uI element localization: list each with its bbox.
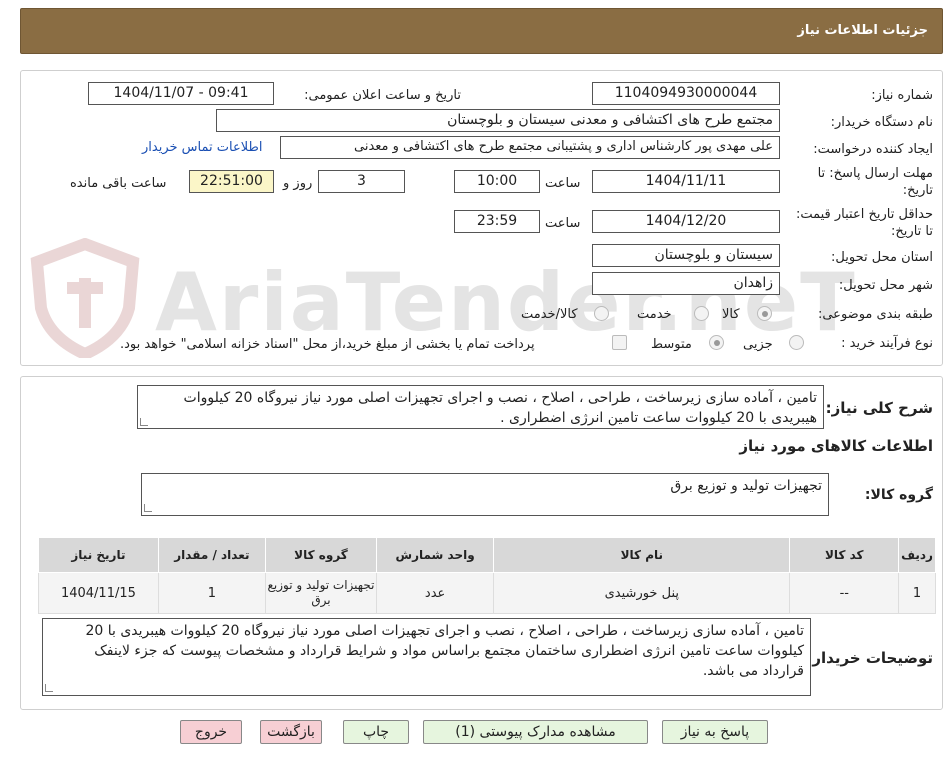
announce-datetime-field[interactable]: 1404/11/07 - 09:41 [88,82,274,105]
goods-group-text: تجهیزات تولید و توزیع برق [670,478,822,494]
price-validity-label-text: حداقل تاریخ اعتبار قیمت: تا تاریخ: [795,207,933,239]
buyer-notes-field[interactable]: تامین ، آماده سازی زیرساخت ، طراحی ، اصل… [42,618,811,696]
need-number-label: شماره نیاز: [871,88,933,103]
col-date: تاریخ نیاز [38,537,159,573]
reply-button[interactable]: پاسخ به نیاز [662,720,768,744]
summary-field[interactable]: تامین ، آماده سازی زیرساخت ، طراحی ، اصل… [137,385,824,429]
delivery-city-label: شهر محل تحویل: [838,278,933,293]
category-goods-label: کالا [722,307,740,322]
price-validity-label: حداقل تاریخ اعتبار قیمت: تا تاریخ: [793,206,933,240]
goods-table-header: ردیف کد کالا نام کالا واحد شمارش گروه کا… [38,537,936,573]
cell-date: 1404/11/15 [38,572,159,614]
exit-button[interactable]: خروج [180,720,242,744]
buyer-org-label: نام دستگاه خریدار: [830,115,933,130]
reply-deadline-time-label: ساعت [545,176,581,191]
page-header: جزئیات اطلاعات نیاز [20,8,943,54]
purchase-minor-label: جزیی [743,337,773,352]
col-unit: واحد شمارش [376,537,495,573]
col-code: کد کالا [789,537,900,573]
delivery-province-field[interactable]: سیستان و بلوچستان [592,244,780,267]
buyer-org-field[interactable]: مجتمع طرح های اکتشافی و معدنی سیستان و ب… [216,109,780,132]
goods-group-label: گروه کالا: [864,487,933,503]
cell-group: تجهیزات تولید و توزیع برق [264,572,378,614]
need-number-field[interactable]: 1104094930000044 [592,82,780,105]
price-validity-time[interactable]: 23:59 [454,210,540,233]
reply-deadline-days[interactable]: 3 [318,170,405,193]
reply-deadline-date[interactable]: 1404/11/11 [592,170,780,193]
cell-qty: 1 [157,572,266,614]
page-title: جزئیات اطلاعات نیاز [797,23,928,38]
requester-field[interactable]: علی مهدی پور کارشناس اداری و پشتیبانی مج… [280,136,780,159]
attachments-button[interactable]: مشاهده مدارک پیوستی (1) [423,720,648,744]
goods-table-wrapper: ردیف کد کالا نام کالا واحد شمارش گروه کا… [38,537,936,614]
reply-deadline-label-text: مهلت ارسال پاسخ: تا تاریخ: [817,166,933,198]
treasury-payment-checkbox[interactable] [612,335,627,350]
buyer-notes-label: توضیحات خریدار: [806,649,933,667]
cell-unit: عدد [376,572,495,614]
goods-table: ردیف کد کالا نام کالا واحد شمارش گروه کا… [38,537,936,614]
announce-datetime-label: تاریخ و ساعت اعلان عمومی: [304,88,461,103]
cell-name: پنل خورشیدی [493,572,791,614]
col-row: ردیف [898,537,936,573]
remaining-time-field: 22:51:00 [189,170,274,193]
price-validity-date[interactable]: 1404/12/20 [592,210,780,233]
category-goods-service-radio[interactable] [594,306,609,321]
delivery-province-label: استان محل تحویل: [831,250,933,265]
category-goods-service-label: کالا/خدمت [521,307,578,322]
purchase-medium-label: متوسط [651,337,692,352]
requester-label: ایجاد کننده درخواست: [813,142,933,157]
price-validity-time-label: ساعت [545,216,581,231]
days-label: روز و [283,176,313,191]
summary-resize-grip[interactable] [140,418,148,426]
category-label: طبقه بندی موضوعی: [817,307,933,322]
print-button[interactable]: چاپ [343,720,409,744]
buyer-notes-resize-grip[interactable] [45,684,53,692]
reply-deadline-time[interactable]: 10:00 [454,170,540,193]
category-service-label: خدمت [637,307,672,322]
summary-label: شرح کلی نیاز: [825,399,933,417]
back-button[interactable]: بازگشت [260,720,322,744]
purchase-type-label: نوع فرآیند خرید : [841,336,933,351]
buyer-notes-text: تامین ، آماده سازی زیرساخت ، طراحی ، اصل… [85,623,804,679]
category-goods-radio[interactable] [757,306,772,321]
col-qty: تعداد / مقدار [157,537,266,573]
purchase-medium-radio[interactable] [709,335,724,350]
goods-section-title: اطلاعات کالاهای مورد نیاز [739,437,933,455]
remaining-time-label: ساعت باقی مانده [70,176,167,191]
cell-row: 1 [898,572,936,614]
delivery-city-field[interactable]: زاهدان [592,272,780,295]
table-row[interactable]: 1 -- پنل خورشیدی عدد تجهیزات تولید و توز… [38,572,936,614]
col-group: گروه کالا [264,537,378,573]
cell-code: -- [789,572,900,614]
summary-text: تامین ، آماده سازی زیرساخت ، طراحی ، اصل… [183,390,817,426]
reply-deadline-label: مهلت ارسال پاسخ: تا تاریخ: [803,165,933,199]
goods-group-resize-grip[interactable] [144,504,152,512]
goods-group-field[interactable]: تجهیزات تولید و توزیع برق [141,473,829,516]
buyer-contact-link[interactable]: اطلاعات تماس خریدار [142,140,262,155]
col-name: نام کالا [493,537,791,573]
purchase-minor-radio[interactable] [789,335,804,350]
treasury-payment-note: پرداخت تمام یا بخشی از مبلغ خرید،از محل … [120,337,535,352]
category-service-radio[interactable] [694,306,709,321]
